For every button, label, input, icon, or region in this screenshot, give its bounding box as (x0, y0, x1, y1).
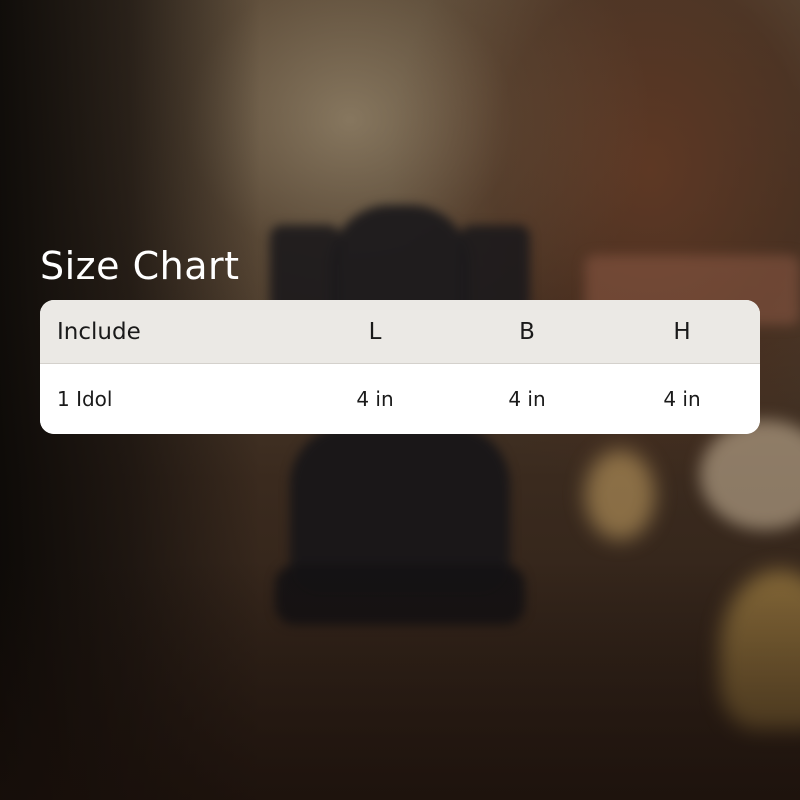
table-row: 1 Idol 4 in 4 in 4 in (40, 364, 760, 434)
background-shadow-bottom (0, 560, 800, 800)
background-lamp-glow (585, 450, 655, 540)
cell-height: 4 in (663, 387, 701, 411)
header-height: H (673, 318, 691, 345)
header-breadth: B (519, 318, 535, 345)
cell-length: 4 in (356, 387, 394, 411)
table-header-row: Include L B H (40, 300, 760, 364)
background-bowl (700, 420, 800, 530)
cell-include: 1 Idol (57, 387, 113, 411)
size-chart-table: Include L B H 1 Idol 4 in 4 in 4 in (40, 300, 760, 434)
cell-breadth: 4 in (508, 387, 546, 411)
header-length: L (368, 318, 382, 345)
header-include: Include (57, 318, 141, 345)
page-title: Size Chart (40, 244, 240, 288)
